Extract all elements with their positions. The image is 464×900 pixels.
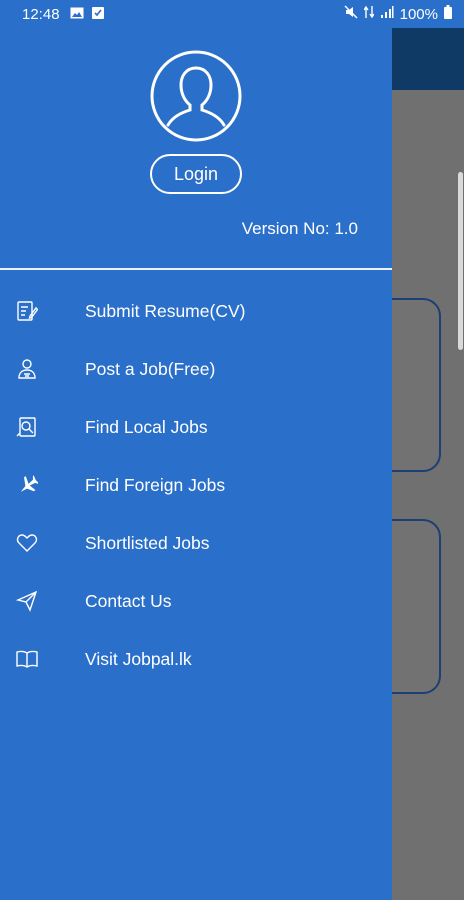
resume-icon — [0, 300, 85, 322]
menu-item-label: Shortlisted Jobs — [85, 532, 210, 553]
status-time: 12:48 — [22, 5, 60, 23]
battery-level: 100% — [399, 5, 438, 23]
menu-item-label: Contact Us — [85, 590, 172, 611]
login-button[interactable]: Login — [150, 154, 242, 194]
gallery-icon — [70, 6, 84, 23]
scrollbar[interactable] — [458, 172, 463, 350]
drawer-menu: Submit Resume(CV) Post a Job(Free) Find … — [0, 282, 392, 688]
book-icon — [0, 648, 85, 670]
data-arrows-icon — [363, 5, 375, 23]
avatar-icon — [150, 50, 242, 142]
menu-item-label: Find Local Jobs — [85, 416, 208, 437]
menu-item-post-job[interactable]: Post a Job(Free) — [0, 340, 392, 398]
heart-icon — [0, 532, 85, 554]
local-jobs-icon — [0, 416, 85, 438]
send-icon — [0, 590, 85, 612]
mute-icon — [344, 5, 358, 23]
menu-item-label: Post a Job(Free) — [85, 358, 216, 379]
status-bar: 12:48 100% — [0, 0, 464, 28]
navigation-drawer: Login Version No: 1.0 Submit Resume(CV) … — [0, 28, 392, 900]
menu-item-find-foreign-jobs[interactable]: Find Foreign Jobs — [0, 456, 392, 514]
menu-item-shortlisted-jobs[interactable]: Shortlisted Jobs — [0, 514, 392, 572]
version-label: Version No: 1.0 — [241, 219, 358, 238]
mail-check-icon — [91, 6, 104, 23]
menu-item-submit-resume[interactable]: Submit Resume(CV) — [0, 282, 392, 340]
menu-item-label: Visit Jobpal.lk — [85, 648, 192, 669]
battery-icon — [444, 5, 452, 23]
airplane-icon — [0, 474, 85, 496]
menu-item-label: Submit Resume(CV) — [85, 300, 246, 321]
person-post-icon — [0, 358, 85, 380]
divider — [0, 268, 392, 270]
menu-item-find-local-jobs[interactable]: Find Local Jobs — [0, 398, 392, 456]
signal-icon — [380, 5, 394, 23]
menu-item-contact-us[interactable]: Contact Us — [0, 572, 392, 630]
menu-item-label: Find Foreign Jobs — [85, 474, 226, 495]
menu-item-visit-jobpal[interactable]: Visit Jobpal.lk — [0, 630, 392, 688]
